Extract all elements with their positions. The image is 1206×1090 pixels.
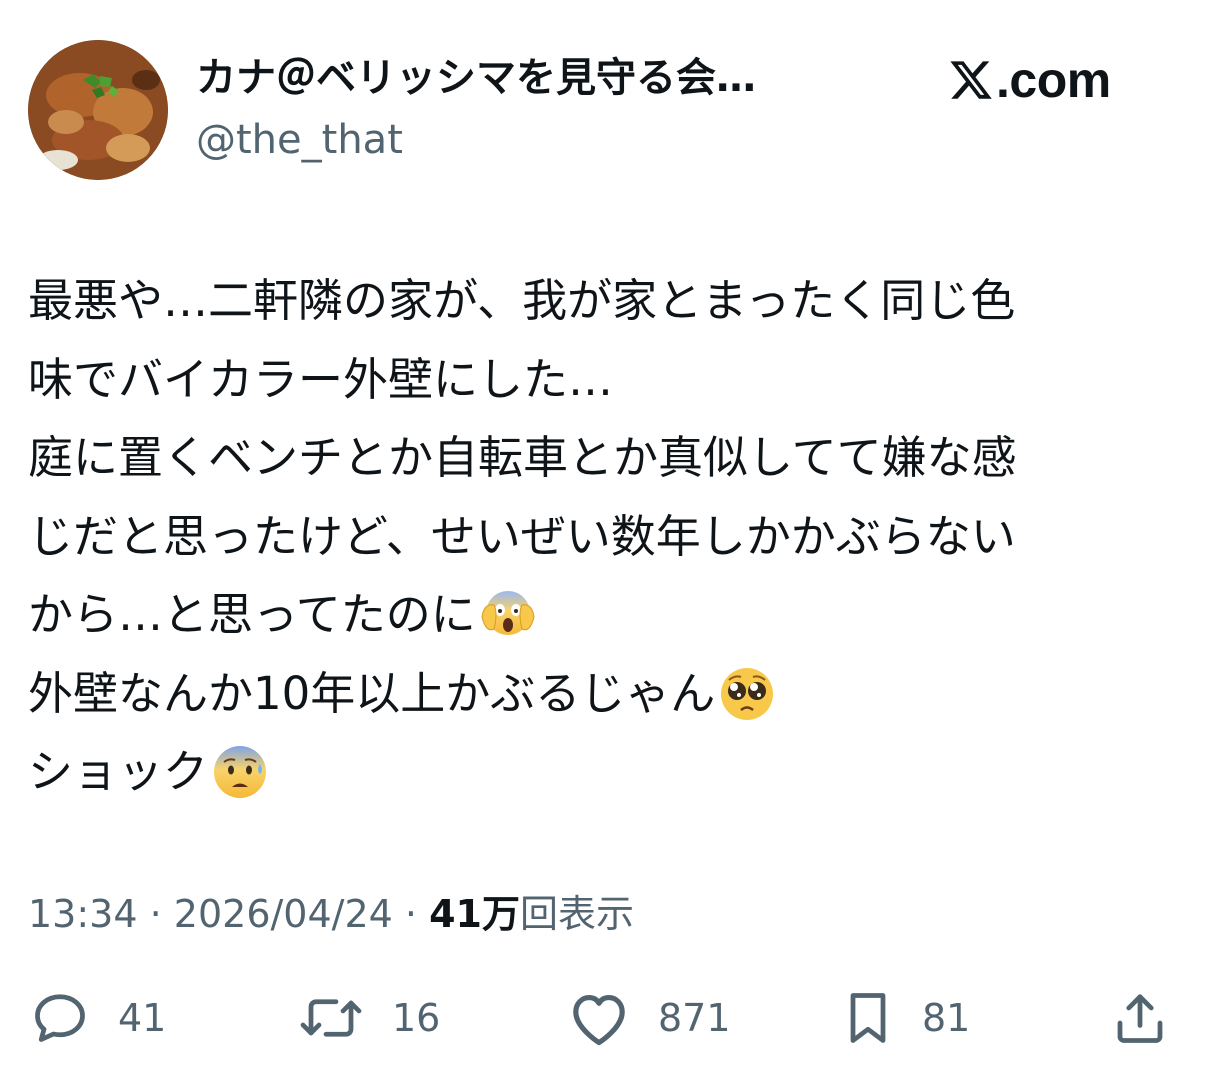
pleading-face-emoji-icon [717,664,777,724]
x-logo-icon [950,61,992,99]
tweet-line-text: 味でバイカラー外壁にした… [28,352,614,406]
like-button[interactable]: 871 [566,988,731,1048]
tweet-line-text: 外壁なんか10年以上かぶるじゃん [28,666,716,720]
tweet-line-text: から…と思ってたのに [28,588,476,641]
action-bar: 41 16 871 81 [28,988,1178,1048]
brand-logo: .com [948,54,1111,106]
like-count: 871 [658,996,731,1040]
retweet-button[interactable]: 16 [296,988,440,1048]
reply-count: 41 [118,996,167,1040]
reply-button[interactable]: 41 [28,988,166,1048]
tweet-line: ショック [28,733,1158,812]
views-label: 回表示 [520,892,635,936]
author-handle[interactable]: @the_that [196,114,403,166]
tweet-line-text: 最悪や…二軒隣の家が、我が家とまったく同じ色 [28,274,1016,327]
anxious-face-emoji-icon [210,742,270,802]
heart-icon [573,994,625,1046]
bookmark-button[interactable]: 81 [840,988,970,1048]
tweet-line: 外壁なんか10年以上かぶるじゃん [28,655,1158,734]
retweet-count: 16 [392,996,441,1040]
views-count: 41万 [429,892,520,936]
author-display-name[interactable]: カナ＠ベリッシマを見守る会… [196,52,756,104]
tweet-line: じだと思ったけど、せいぜい数年しかかぶらない [28,498,1158,577]
screaming-in-fear-emoji-icon [478,585,538,645]
retweet-icon [300,999,362,1037]
tweet-date[interactable]: 2026/04/24 [174,892,393,936]
meta-separator: · [404,892,418,936]
avatar-image [28,40,168,180]
bookmark-count: 81 [922,996,971,1040]
reply-icon [35,994,85,1042]
tweet-time[interactable]: 13:34 [28,892,138,936]
tweet-line: 庭に置くベンチとか自転車とか真似してて嫌な感 [28,419,1158,498]
tweet-text: 最悪や…二軒隣の家が、我が家とまったく同じ色 味でバイカラー外壁にした… 庭に置… [28,262,1158,812]
meta-separator: · [149,892,162,936]
tweet-line-text: 庭に置くベンチとか自転車とか真似してて嫌な感 [28,431,1017,484]
tweet-line-text: じだと思ったけど、せいぜい数年しかかぶらない [28,509,1016,563]
tweet-meta: 13:34 · 2026/04/24 · 41万回表示 [28,888,634,940]
tweet-line: から…と思ってたのに [28,576,1158,655]
share-button[interactable] [1110,988,1170,1048]
tweet-line: 最悪や…二軒隣の家が、我が家とまったく同じ色 [28,262,1158,341]
brand-domain-text: .com [996,52,1111,108]
bookmark-icon [850,993,886,1043]
share-icon [1117,994,1163,1043]
tweet-line: 味でバイカラー外壁にした… [28,341,1158,420]
tweet-line-text: ショック [28,745,209,798]
avatar[interactable] [28,40,168,180]
